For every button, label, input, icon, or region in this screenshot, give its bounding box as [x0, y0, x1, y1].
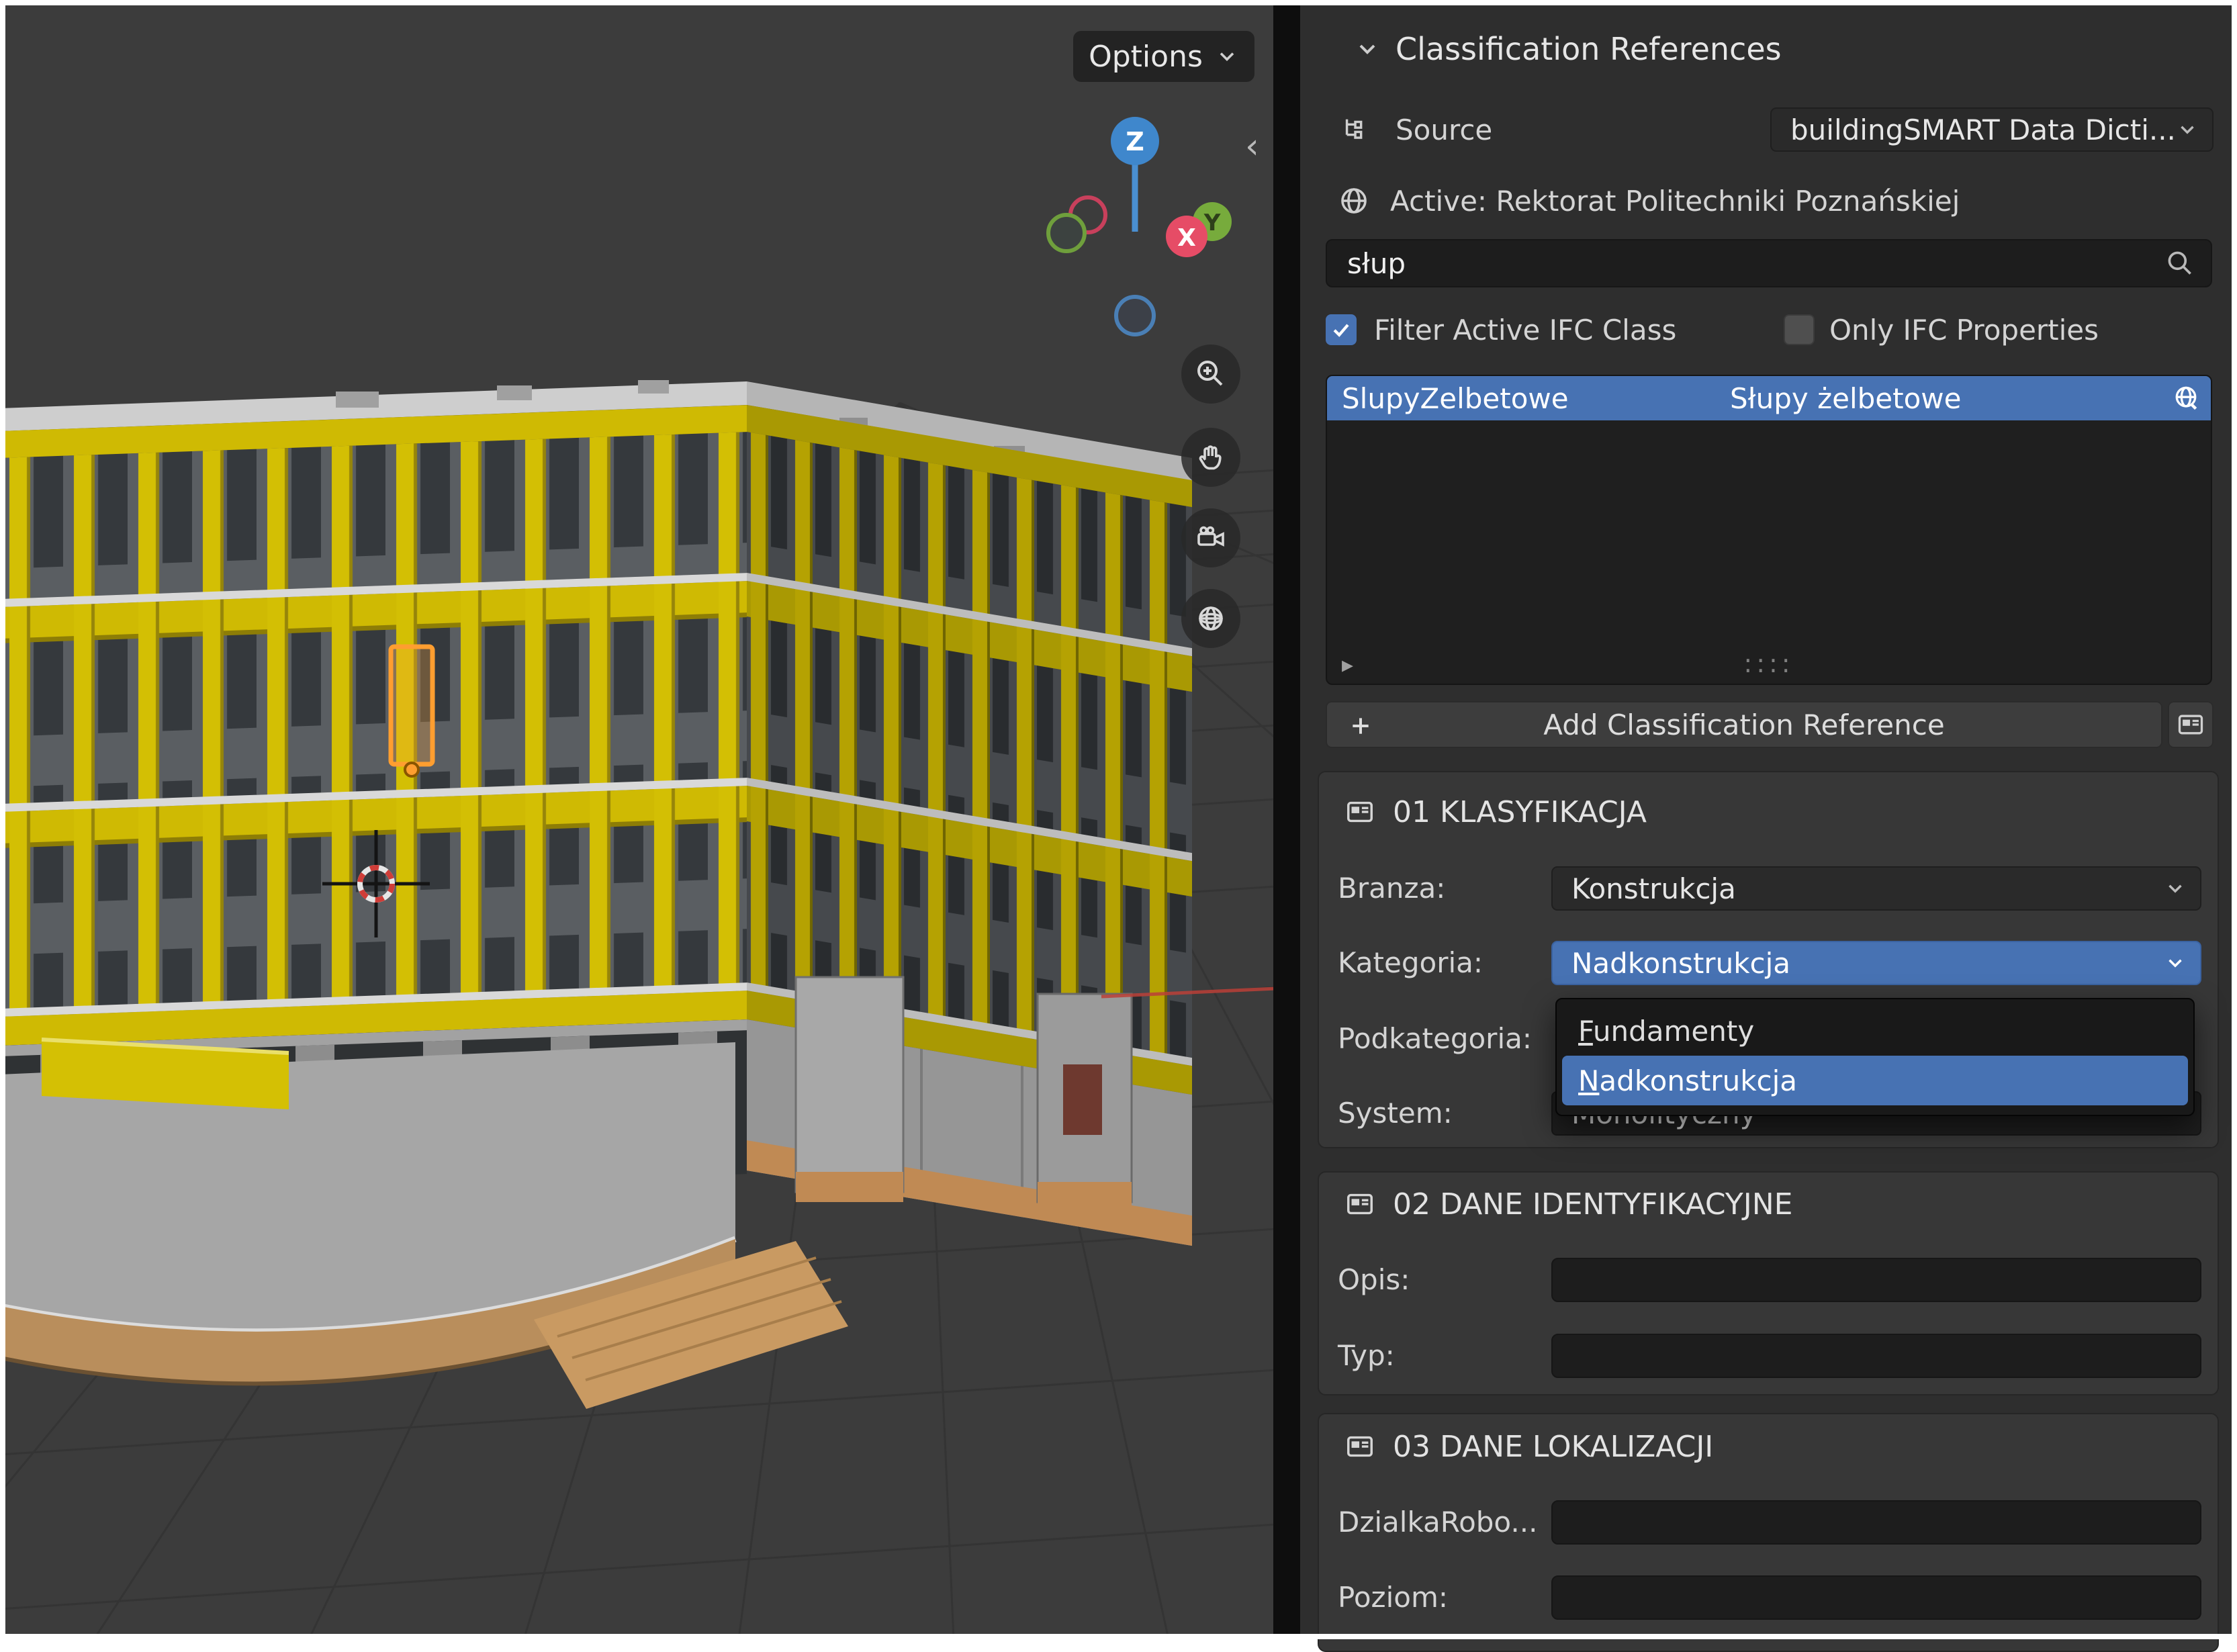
svg-text:Z: Z [1126, 127, 1144, 156]
options-button[interactable]: Options [1073, 31, 1254, 82]
chevron-down-icon [2168, 884, 2182, 893]
svg-text:X: X [1177, 224, 1196, 252]
only-ifc-label: Only IFC Properties [1829, 313, 2099, 347]
section-title: 03 DANE LOKALIZACJI [1393, 1429, 1714, 1464]
filter-active-row: Filter Active IFC Class [1326, 313, 1676, 347]
menu-option-nadkonstrukcja[interactable]: Nadkonstrukcja [1562, 1056, 2188, 1105]
opis-field[interactable] [1551, 1258, 2201, 1302]
typ-field[interactable] [1551, 1334, 2201, 1378]
globe-icon [1341, 188, 1367, 214]
viewport-3d[interactable]: Options Y X Z ‹ [0, 0, 1276, 1639]
hand-icon [1199, 445, 1222, 470]
list-item-name: Słupy żelbetowe [1730, 381, 1962, 415]
dzialka-field[interactable] [1551, 1500, 2201, 1545]
podkategoria-label: Podkategoria: [1338, 1022, 1532, 1055]
list-resize-grip[interactable]: :::: [1327, 649, 2211, 678]
selected-column [388, 644, 435, 778]
branza-label: Branza: [1338, 872, 1446, 905]
list-item-selected[interactable]: SlupyZelbetowe Słupy żelbetowe [1327, 376, 2211, 420]
list-item-globe-button[interactable] [2161, 383, 2211, 413]
panel-collapse-arrow[interactable]: ‹ [1245, 126, 1259, 167]
options-label: Options [1089, 39, 1203, 74]
panel-header[interactable]: Classification References [1354, 27, 1782, 71]
classification-panel: Classification References Source buildin… [1300, 0, 2237, 1652]
section-dane-lokalizacji-header[interactable]: 03 DANE LOKALIZACJI [1344, 1424, 1713, 1469]
panel-title: Classification References [1396, 31, 1782, 67]
chevron-down-icon [2181, 126, 2194, 134]
chevron-down-icon [1220, 52, 1234, 62]
section-dane-identyfikacyjne-header[interactable]: 02 DANE IDENTYFIKACYJNE [1344, 1182, 1792, 1226]
zoom-button[interactable] [1181, 345, 1240, 404]
chevron-down-icon [2168, 959, 2182, 968]
axis-neg-y-ball [1046, 213, 1087, 253]
blender-window: Options Y X Z ‹ Classification Reference… [0, 0, 2237, 1652]
search-row [1326, 239, 2212, 287]
region-divider[interactable] [1273, 0, 1300, 1639]
active-row: Active: Rektorat Politechniki Poznańskie… [1338, 180, 1960, 222]
add-classification-label: Add Classification Reference [1543, 708, 1945, 741]
system-label: System: [1338, 1097, 1453, 1130]
typ-label: Typ: [1338, 1339, 1395, 1372]
grid-sphere-icon [1199, 606, 1223, 631]
kategoria-value: Nadkonstrukcja [1571, 946, 1791, 980]
search-input[interactable] [1326, 239, 2212, 287]
kategoria-dropdown-menu: Fundamenty Nadkonstrukcja [1555, 998, 2195, 1116]
opis-label: Opis: [1338, 1263, 1410, 1296]
globe-icon [2175, 386, 2197, 410]
kategoria-label: Kategoria: [1338, 946, 1483, 979]
branza-dropdown[interactable]: Konstrukcja [1551, 866, 2201, 911]
add-classification-browse-button[interactable] [2168, 701, 2213, 748]
menu-option-fundamenty[interactable]: Fundamenty [1562, 1006, 2188, 1056]
section-title: 02 DANE IDENTYFIKACYJNE [1393, 1187, 1793, 1222]
poziom-label: Poziom: [1338, 1581, 1449, 1614]
filter-active-checkbox[interactable] [1326, 314, 1357, 345]
id-card-icon [1347, 1193, 1373, 1215]
outliner-icon [1345, 119, 1363, 139]
filter-active-label: Filter Active IFC Class [1374, 313, 1677, 347]
classification-list[interactable]: SlupyZelbetowe Słupy żelbetowe ▸ :::: [1326, 375, 2212, 685]
only-ifc-row: Only IFC Properties [1784, 313, 2099, 347]
search-icon[interactable] [2165, 248, 2195, 278]
source-value: buildingSMART Data Dicti... [1790, 113, 2176, 146]
camera-view-button[interactable] [1181, 508, 1240, 567]
id-card-icon [1347, 1436, 1373, 1457]
source-row: Source [1340, 106, 1492, 153]
source-label: Source [1396, 113, 1493, 146]
source-dropdown[interactable]: buildingSMART Data Dicti... [1770, 107, 2213, 152]
section-klasyfikacja-header[interactable]: 01 KLASYFIKACJA [1344, 790, 1647, 834]
axis-neg-z-ball [1114, 295, 1156, 336]
id-card-icon [2178, 715, 2203, 735]
pan-button[interactable] [1181, 428, 1240, 487]
grid-sphere-button[interactable] [1181, 589, 1240, 648]
dzialka-label: DzialkaRobo... [1338, 1506, 1538, 1539]
check-icon [1333, 324, 1349, 337]
list-item-identification: SlupyZelbetowe [1342, 381, 1569, 415]
plus-icon [1353, 718, 1369, 734]
add-classification-button[interactable]: Add Classification Reference [1326, 701, 2162, 748]
camera-icon [1197, 526, 1224, 547]
chevron-down-icon [1359, 44, 1375, 54]
only-ifc-checkbox[interactable] [1784, 314, 1815, 345]
active-classification-text: Active: Rektorat Politechniki Poznańskie… [1390, 184, 1960, 218]
branza-value: Konstrukcja [1571, 872, 1736, 905]
kategoria-dropdown-open[interactable]: Nadkonstrukcja [1551, 941, 2201, 985]
poziom-field[interactable] [1551, 1575, 2201, 1620]
navigation-gizmo[interactable]: Y X Z [1007, 94, 1263, 363]
section-title: 01 KLASYFIKACJA [1393, 794, 1647, 829]
magnifier-plus-icon [1197, 361, 1223, 386]
id-card-icon [1347, 801, 1373, 823]
